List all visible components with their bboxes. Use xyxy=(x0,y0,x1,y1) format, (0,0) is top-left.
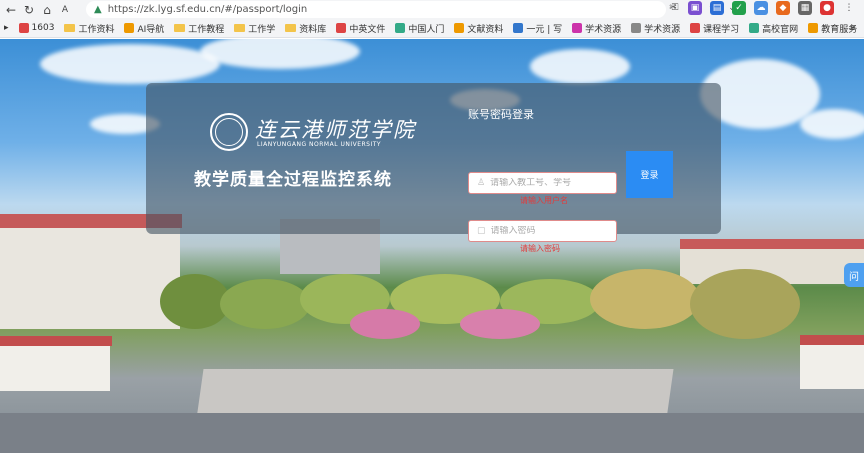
university-seal-icon xyxy=(210,113,248,151)
bookmark-label: 学术资源 xyxy=(585,24,622,35)
globe-icon xyxy=(572,23,583,33)
bookmark-label: 1603 xyxy=(31,23,55,33)
globe-icon xyxy=(395,23,406,33)
username-field: ♙ xyxy=(468,172,617,194)
address-bar[interactable]: ▲ https://zk.lyg.sf.edu.cn/#/passport/lo… xyxy=(86,1,666,18)
globe-icon xyxy=(336,23,347,33)
university-name-english: LIANYUNGANG NORMAL UNIVERSITY xyxy=(257,141,382,148)
extension-cloud-icon[interactable]: ☁ xyxy=(754,1,768,15)
url-text: https://zk.lyg.sf.edu.cn/#/passport/logi… xyxy=(107,4,308,15)
extension-gray-icon[interactable]: ▦ xyxy=(798,1,812,15)
user-icon: ♙ xyxy=(477,178,486,188)
folder-icon xyxy=(234,24,246,32)
cut-icon[interactable]: ✂ xyxy=(666,1,680,15)
bookmark-label: 中国人门 xyxy=(408,24,445,35)
bookmark-item[interactable]: 工作学 xyxy=(234,22,275,35)
cloud-shape xyxy=(200,39,360,69)
bookmark-item[interactable]: 工作教程 xyxy=(174,22,224,35)
extension-green-icon[interactable]: ✓ xyxy=(732,1,746,15)
lock-icon: ▲ xyxy=(94,4,102,15)
gatehouse-left-roof xyxy=(0,336,112,346)
gatehouse-left xyxy=(0,339,110,391)
globe-icon xyxy=(513,23,524,33)
login-button[interactable]: 登录 xyxy=(626,151,673,198)
bookmark-item[interactable]: 资料库 xyxy=(285,22,326,35)
bookmark-item[interactable]: 学术资源 xyxy=(572,22,621,35)
gatehouse-right xyxy=(800,339,864,389)
globe-icon xyxy=(18,23,29,33)
road xyxy=(0,413,864,453)
bookmark-label: 课程学习 xyxy=(703,24,740,35)
reload-icon[interactable]: ↻ xyxy=(20,1,38,19)
bookmark-label: 工作学 xyxy=(248,24,276,35)
extension-orange-icon[interactable]: ◆ xyxy=(776,1,790,15)
bookmark-item[interactable]: 工作资料 xyxy=(64,22,114,35)
building-right-roof xyxy=(680,239,864,249)
cloud-shape xyxy=(40,44,220,84)
building-left xyxy=(0,219,180,329)
bookmark-item[interactable]: 文献资料 xyxy=(454,22,503,35)
bookmark-item[interactable]: 课程学习 xyxy=(690,22,739,35)
bookmark-label: 学术资源 xyxy=(644,24,681,35)
extension-blue-icon[interactable]: ▤ xyxy=(710,1,724,15)
bookmark-item[interactable]: 高校官网 xyxy=(749,22,798,35)
password-field: ▢ xyxy=(468,220,617,242)
username-error: 请输入用户名 xyxy=(520,196,568,205)
bookmark-label: AI导航 xyxy=(137,24,165,35)
plaza xyxy=(196,369,674,419)
bookmark-label: 一元 | 写 xyxy=(526,24,563,35)
tree xyxy=(590,269,700,329)
bookmark-label: 资料库 xyxy=(299,24,327,35)
tree xyxy=(690,269,800,339)
folder-icon xyxy=(174,24,186,32)
globe-icon xyxy=(749,23,760,33)
translate-icon[interactable]: A xyxy=(56,1,74,19)
bookmark-item[interactable]: 中国人门 xyxy=(395,22,444,35)
bookmark-item[interactable]: AI导航 xyxy=(124,22,164,35)
folder-icon xyxy=(285,24,297,32)
browser-toolbar: ← ↻ ⌂ A ▲ https://zk.lyg.sf.edu.cn/#/pas… xyxy=(0,0,864,19)
bookmark-item[interactable]: 一元 | 写 xyxy=(513,22,562,35)
tree xyxy=(220,279,310,329)
globe-icon xyxy=(808,23,819,33)
extension-icons: ✂ ▣ ▤ ✓ ☁ ◆ ▦ ● ⋮ xyxy=(666,1,856,15)
profile-icon[interactable]: ● xyxy=(820,1,834,15)
tree-blossom xyxy=(460,309,540,339)
login-form-title: 账号密码登录 xyxy=(468,108,534,121)
globe-icon xyxy=(631,23,642,33)
bookmark-item[interactable]: 1603 xyxy=(18,23,55,33)
back-icon[interactable]: ← xyxy=(2,1,20,19)
globe-icon xyxy=(690,23,701,33)
bookmarks-bar: ▸ 1603 工作资料 AI导航 工作教程 工作学 资料库 中英文件 中国人门 文献资料 一元 | … xyxy=(0,19,864,38)
gatehouse-right-roof xyxy=(800,335,864,345)
bookmarks-arrow-icon[interactable]: ▸ xyxy=(4,23,9,33)
bookmark-label: 工作教程 xyxy=(188,24,225,35)
bookmark-item[interactable]: 学术资源 xyxy=(631,22,680,35)
cloud-shape xyxy=(800,109,864,139)
system-title: 教学质量全过程监控系统 xyxy=(194,170,392,190)
bookmark-item[interactable]: 中英文件 xyxy=(336,22,385,35)
bookmark-label: 文献资料 xyxy=(467,24,504,35)
extension-purple-icon[interactable]: ▣ xyxy=(688,1,702,15)
university-name-script: 连云港师范学院 xyxy=(255,118,416,142)
lock-icon: ▢ xyxy=(477,226,486,236)
globe-icon xyxy=(454,23,465,33)
folder-icon xyxy=(64,24,76,32)
menu-icon[interactable]: ⋮ xyxy=(842,1,856,15)
help-side-tab[interactable]: 问 xyxy=(844,263,864,287)
cloud-shape xyxy=(530,49,630,84)
bookmark-label: 高校官网 xyxy=(762,24,799,35)
bookmark-label: 中英文件 xyxy=(349,24,386,35)
tree-blossom xyxy=(350,309,420,339)
bookmarks-overflow-icon[interactable]: » xyxy=(849,21,856,34)
globe-icon xyxy=(124,23,135,33)
password-input[interactable] xyxy=(490,226,609,236)
username-input[interactable] xyxy=(490,178,609,188)
password-error: 请输入密码 xyxy=(520,244,560,253)
home-icon[interactable]: ⌂ xyxy=(38,1,56,19)
bookmark-label: 工作资料 xyxy=(78,24,115,35)
